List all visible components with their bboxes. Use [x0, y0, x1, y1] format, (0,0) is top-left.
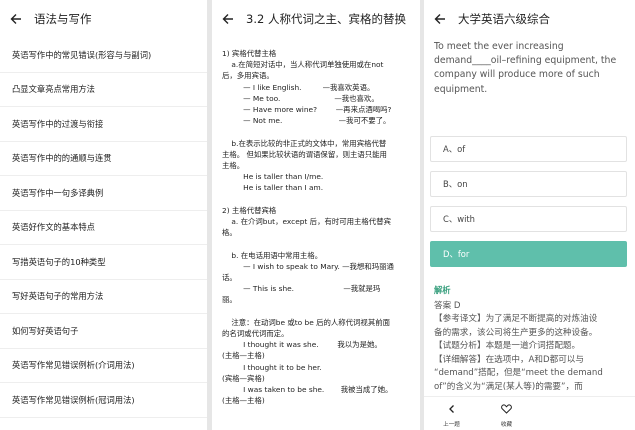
- answer-options: A、of B、on C、with D、for: [424, 136, 635, 267]
- article-line: 主格。 但如果比较状语的谓语保留，则主语只能用: [222, 149, 387, 159]
- list-item[interactable]: 英语写作常见错误例析(冠词用法): [0, 383, 207, 418]
- prev-question-button[interactable]: 上一题: [424, 397, 479, 430]
- article-line: 格。: [222, 228, 237, 238]
- article-line: a.在简短对话中，当人称代词单独使用或在not: [222, 60, 384, 70]
- article-line: He is taller than I am.: [222, 183, 324, 193]
- article-list: 英语写作中的常见错误(形容与与副词) 凸显文章亮点常用方法 英语写作中的过渡与衔…: [0, 38, 207, 418]
- article-line: I was taken to be she. 我被当成了她。: [222, 385, 393, 395]
- article-line: — I wish to speak to Mary. —我想和玛丽通: [222, 261, 394, 271]
- list-item[interactable]: 如何写好英语句子: [0, 314, 207, 349]
- article-line: (主格—主格): [222, 396, 265, 406]
- article-line: 主格。: [222, 161, 245, 171]
- app-bar: 语法与写作: [0, 0, 207, 38]
- favorite-label: 收藏: [500, 422, 513, 428]
- article-body: 1) 宾格代替主格 a.在简短对话中，当人称代词单独使用或在not 后，多用宾语。…: [212, 38, 420, 406]
- analysis-line: of”的含义为“满足(某人等)的需要”，而: [434, 381, 583, 392]
- article-line: [222, 306, 410, 317]
- list-item[interactable]: 英语好作文的基本特点: [0, 211, 207, 245]
- article-line: [222, 238, 410, 249]
- article-line: 丽。: [222, 295, 237, 305]
- list-item[interactable]: 英语写作常见错误例析(介词用法): [0, 349, 207, 383]
- article-line: 2) 主格代替宾格: [222, 205, 277, 215]
- page-title: 3.2 人称代词之主、宾格的替换: [246, 12, 406, 26]
- back-arrow-icon[interactable]: [432, 11, 448, 27]
- prev-question-label: 上一题: [443, 422, 460, 428]
- list-item[interactable]: 英语写作中的常见错误(形容与与副词): [0, 38, 207, 73]
- article-line: — Not me. —我可不要了。: [222, 116, 391, 126]
- bottom-bar: 上一题 收藏: [424, 396, 635, 430]
- app-bar: 3.2 人称代词之主、宾格的替换: [212, 0, 420, 38]
- article-line: a. 在介词but，except 后，有时可用主格代替宾: [222, 217, 391, 227]
- analysis-line: 【试题分析】本题是一道介词搭配题。: [434, 341, 581, 351]
- option-b[interactable]: B、on: [430, 171, 627, 197]
- article-line: — This is she. —我就是玛: [222, 284, 381, 294]
- article-line: b. 在电话用语中常用主格。: [222, 250, 323, 260]
- analysis-line: “demand”搭配，但是“meet the demand: [434, 368, 603, 378]
- list-item[interactable]: 写好英语句子的常用方法: [0, 280, 207, 314]
- chevron-left-icon: [447, 399, 457, 418]
- list-item[interactable]: 英语写作中的过渡与衔接: [0, 107, 207, 142]
- back-arrow-icon[interactable]: [8, 11, 24, 27]
- analysis-section: 解析 答案 D 【参考译文】为了满足不断提高的对炼油设 备的需求，该公司将生产更多…: [424, 276, 635, 394]
- article-line: 后，多用宾语。: [222, 71, 274, 81]
- article-line: He is taller than I/me.: [222, 172, 324, 182]
- page-title: 大学英语六级综合: [458, 12, 550, 26]
- answer-text: 答案 D: [434, 300, 461, 311]
- analysis-line: 【详细解答】在选项中，A和D都可以与: [434, 354, 584, 365]
- article-line: 的名词或代词而定。: [222, 329, 289, 339]
- option-a[interactable]: A、of: [430, 136, 627, 162]
- article-detail-screen: 3.2 人称代词之主、宾格的替换 1) 宾格代替主格 a.在简短对话中，当人称代…: [212, 0, 420, 430]
- heart-icon: [501, 399, 512, 418]
- list-item[interactable]: 写措英语句子的10种类型: [0, 245, 207, 280]
- page-title: 语法与写作: [34, 12, 92, 26]
- article-line: — Me too. —我也喜欢。: [222, 93, 379, 103]
- article-line: (主格—主格): [222, 351, 265, 361]
- analysis-line: 【参考译文】为了满足不断提高的对炼油设: [434, 314, 598, 324]
- article-line: I thought it was she. 我以为是她。: [222, 340, 382, 350]
- article-line: I thought it to be her.: [222, 362, 322, 372]
- article-line: (宾格—宾格): [222, 373, 265, 383]
- option-c[interactable]: C、with: [430, 206, 627, 232]
- article-line: [222, 194, 410, 205]
- article-line: 1) 宾格代替主格: [222, 49, 277, 58]
- list-item[interactable]: 英语写作中的的通顺与连贯: [0, 142, 207, 176]
- app-bar: 大学英语六级综合: [424, 0, 635, 38]
- favorite-button[interactable]: 收藏: [479, 397, 534, 430]
- question-text: To meet the ever increasing demand____oi…: [434, 41, 617, 95]
- article-line: 话。: [222, 273, 237, 283]
- article-line: [222, 126, 410, 137]
- option-d[interactable]: D、for: [430, 241, 627, 267]
- analysis-text: 【参考译文】为了满足不断提高的对炼油设 备的需求，该公司将生产更多的这种设备。 【试…: [434, 313, 625, 394]
- list-item[interactable]: 英语写作中一句多译典例: [0, 176, 207, 211]
- quiz-screen: 大学英语六级综合 To meet the ever increasing dem…: [424, 0, 635, 430]
- grammar-writing-screen: 语法与写作 英语写作中的常见错误(形容与与副词) 凸显文章亮点常用方法 英语写作…: [0, 0, 207, 430]
- list-item[interactable]: 凸显文章亮点常用方法: [0, 73, 207, 107]
- article-line: b.在表示比较的非正式的文体中，常用宾格代替: [222, 138, 387, 148]
- analysis-line: 备的需求，该公司将生产更多的这种设备。: [434, 327, 598, 338]
- analysis-title: 解析: [434, 285, 451, 295]
- article-line: — I like English. —我喜欢英语。: [222, 82, 375, 92]
- article-line: 注意：在动词be 或to be 后的人称代词视其前面: [222, 317, 390, 327]
- article-line: — Have more wine? —再来点酒喝吗?: [222, 105, 392, 115]
- back-arrow-icon[interactable]: [220, 11, 236, 27]
